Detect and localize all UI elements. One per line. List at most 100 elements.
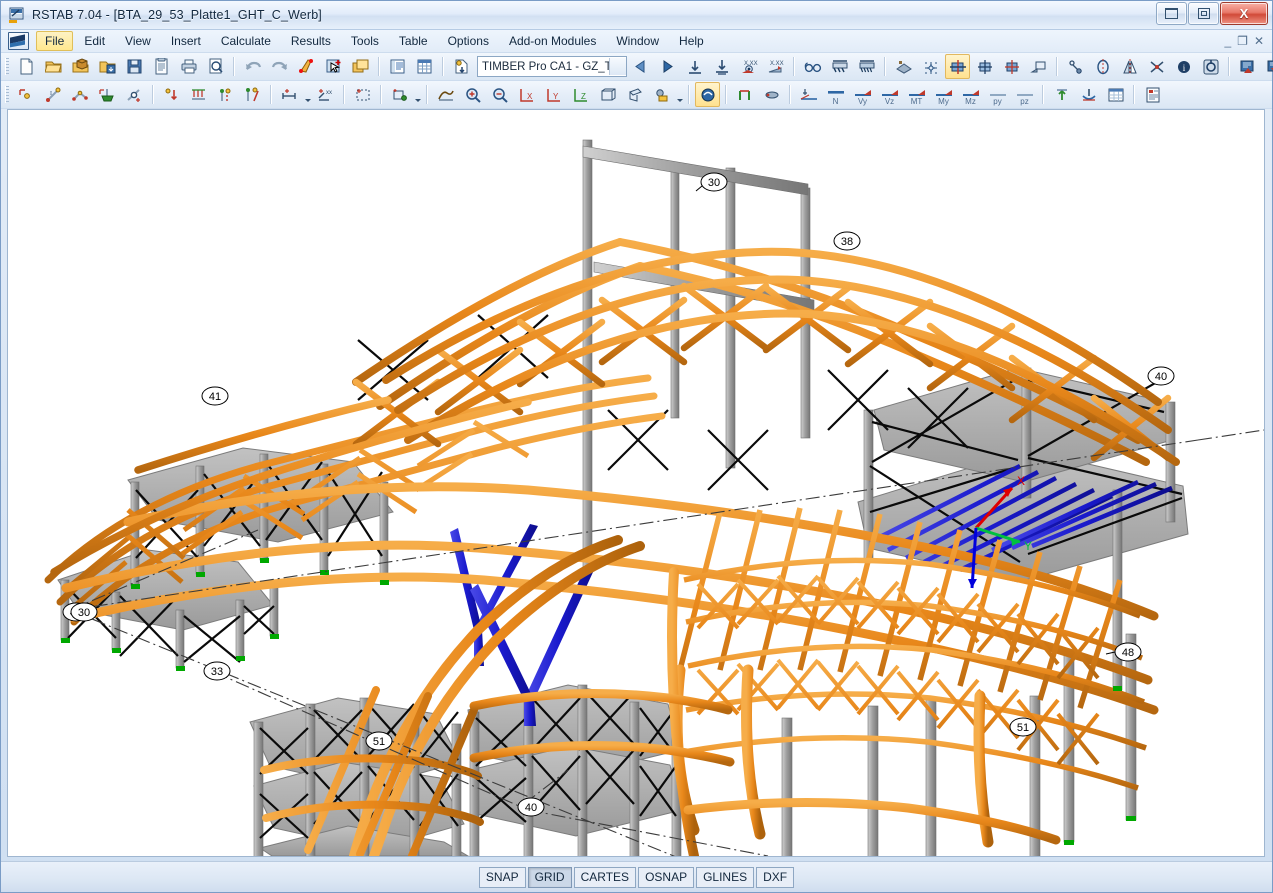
previous-load-case-button[interactable] (628, 54, 653, 79)
minimize-button[interactable] (1156, 2, 1187, 25)
plane-view-button[interactable] (1026, 54, 1051, 79)
menu-item-file[interactable]: File (36, 31, 73, 51)
status-toggle-glines[interactable]: GLINES (696, 867, 754, 888)
menu-item-tools[interactable]: Tools (342, 31, 388, 51)
new-member-load-button[interactable] (186, 82, 211, 107)
torsion-MT-button[interactable]: MT (904, 82, 929, 107)
copy-view-button[interactable] (348, 54, 373, 79)
redo-button[interactable] (267, 54, 292, 79)
member-end-release-button[interactable] (759, 82, 784, 107)
new-document-button[interactable] (14, 54, 39, 79)
next-load-case-button[interactable] (655, 54, 680, 79)
result-table-button[interactable] (1103, 82, 1128, 107)
status-toggle-grid[interactable]: GRID (528, 867, 572, 888)
status-toggle-osnap[interactable]: OSNAP (638, 867, 694, 888)
shear-force-Vz-button[interactable]: Vz (877, 82, 902, 107)
render-surface-button[interactable] (891, 54, 916, 79)
toolbar-grip[interactable] (5, 58, 9, 75)
result-values-button[interactable]: X.XX (763, 54, 788, 79)
rotate-button[interactable] (1090, 54, 1115, 79)
isometric-view-button[interactable] (595, 82, 620, 107)
new-set-of-members-button[interactable] (68, 82, 93, 107)
menu-item-table[interactable]: Table (390, 31, 437, 51)
menu-item-addon-modules[interactable]: Add-on Modules (500, 31, 605, 51)
new-hinge-button[interactable] (122, 82, 147, 107)
show-deformation-button[interactable] (682, 54, 707, 79)
mdi-system-icon[interactable] (8, 32, 29, 50)
visibility-dropdown-caret[interactable] (413, 83, 422, 106)
mdi-close-button[interactable]: ✕ (1254, 34, 1264, 48)
comment-tool-button[interactable]: xx (313, 82, 338, 107)
status-toggle-cartes[interactable]: CARTES (574, 867, 636, 888)
print-preview-button[interactable] (203, 54, 228, 79)
menu-item-help[interactable]: Help (670, 31, 713, 51)
moment-My-button[interactable]: My (931, 82, 956, 107)
maximize-button[interactable] (1188, 2, 1219, 25)
print-button[interactable] (176, 54, 201, 79)
new-node-button[interactable] (14, 82, 39, 107)
support-reactions-button[interactable] (827, 54, 852, 79)
menu-item-options[interactable]: Options (439, 31, 498, 51)
new-imperfection-button[interactable] (213, 82, 238, 107)
menu-item-calculate[interactable]: Calculate (212, 31, 280, 51)
render-dropdown-caret[interactable] (675, 83, 684, 106)
toolbar-grip[interactable] (5, 86, 9, 103)
open-document-button[interactable] (41, 54, 66, 79)
show-values-button[interactable]: X.XX (736, 54, 761, 79)
save-button[interactable] (122, 54, 147, 79)
intersect-button[interactable] (1144, 54, 1169, 79)
view-x-button[interactable]: X (514, 82, 539, 107)
dimension-tool-button[interactable] (277, 82, 302, 107)
deformation-py-button[interactable]: py (985, 82, 1010, 107)
new-support-button[interactable] (95, 82, 120, 107)
open-package-button[interactable] (68, 54, 93, 79)
glasses-button[interactable] (800, 54, 825, 79)
measure-button[interactable] (1063, 54, 1088, 79)
view-y-button[interactable]: Y (541, 82, 566, 107)
menu-item-results[interactable]: Results (282, 31, 340, 51)
status-toggle-snap[interactable]: SNAP (479, 867, 526, 888)
load-case-combo[interactable]: TIMBER Pro CA1 - GZ_T_ne (477, 56, 627, 77)
model-viewport[interactable]: X Y 30 38 41 40 48 51 33 51 40 48 30 (7, 109, 1265, 857)
zoom-out-button[interactable] (487, 82, 512, 107)
grid-snap-button[interactable] (918, 54, 943, 79)
menu-item-window[interactable]: Window (607, 31, 668, 51)
table-view-button[interactable] (385, 54, 410, 79)
select-add-button[interactable] (321, 54, 346, 79)
deformation-display-button[interactable] (796, 82, 821, 107)
selection-window-button[interactable] (350, 82, 375, 107)
moment-Mz-button[interactable]: Mz (958, 82, 983, 107)
render-mode-button[interactable] (649, 82, 674, 107)
refresh-button[interactable] (1198, 54, 1223, 79)
perspective-view-button[interactable] (622, 82, 647, 107)
menu-item-insert[interactable]: Insert (162, 31, 210, 51)
view-z-button[interactable]: Z (568, 82, 593, 107)
mdi-restore-button[interactable]: ❐ (1237, 34, 1248, 48)
deformation-pz-button[interactable]: pz (1012, 82, 1037, 107)
menu-item-edit[interactable]: Edit (75, 31, 114, 51)
new-member-button[interactable]: I (41, 82, 66, 107)
close-button[interactable]: X (1220, 2, 1268, 25)
new-nodal-load-button[interactable] (159, 82, 184, 107)
save-report-button[interactable] (149, 54, 174, 79)
undo-button[interactable] (240, 54, 265, 79)
show-result-diagram-button[interactable] (709, 54, 734, 79)
workplane-xz-button[interactable] (999, 54, 1024, 79)
support-display-button[interactable] (732, 82, 757, 107)
model-view-button[interactable] (433, 82, 458, 107)
zoom-in-button[interactable] (460, 82, 485, 107)
mirror-button[interactable] (1117, 54, 1142, 79)
structure-3d-view[interactable]: X Y 30 38 41 40 48 51 33 51 40 48 30 (8, 110, 1264, 856)
new-cross-section-button[interactable] (240, 82, 265, 107)
workplane-xy-button[interactable] (972, 54, 997, 79)
dimension-dropdown-caret[interactable] (303, 83, 312, 106)
chevron-down-icon[interactable] (609, 58, 626, 75)
visibility-tool-button[interactable] (387, 82, 412, 107)
mdi-minimize-button[interactable]: _ (1224, 34, 1231, 48)
menu-item-view[interactable]: View (116, 31, 160, 51)
edit-model-button[interactable] (294, 54, 319, 79)
import-button[interactable] (95, 54, 120, 79)
export-dxf-button[interactable] (1262, 54, 1273, 79)
grid-table-button[interactable] (412, 54, 437, 79)
rotate-view-button[interactable] (695, 82, 720, 107)
